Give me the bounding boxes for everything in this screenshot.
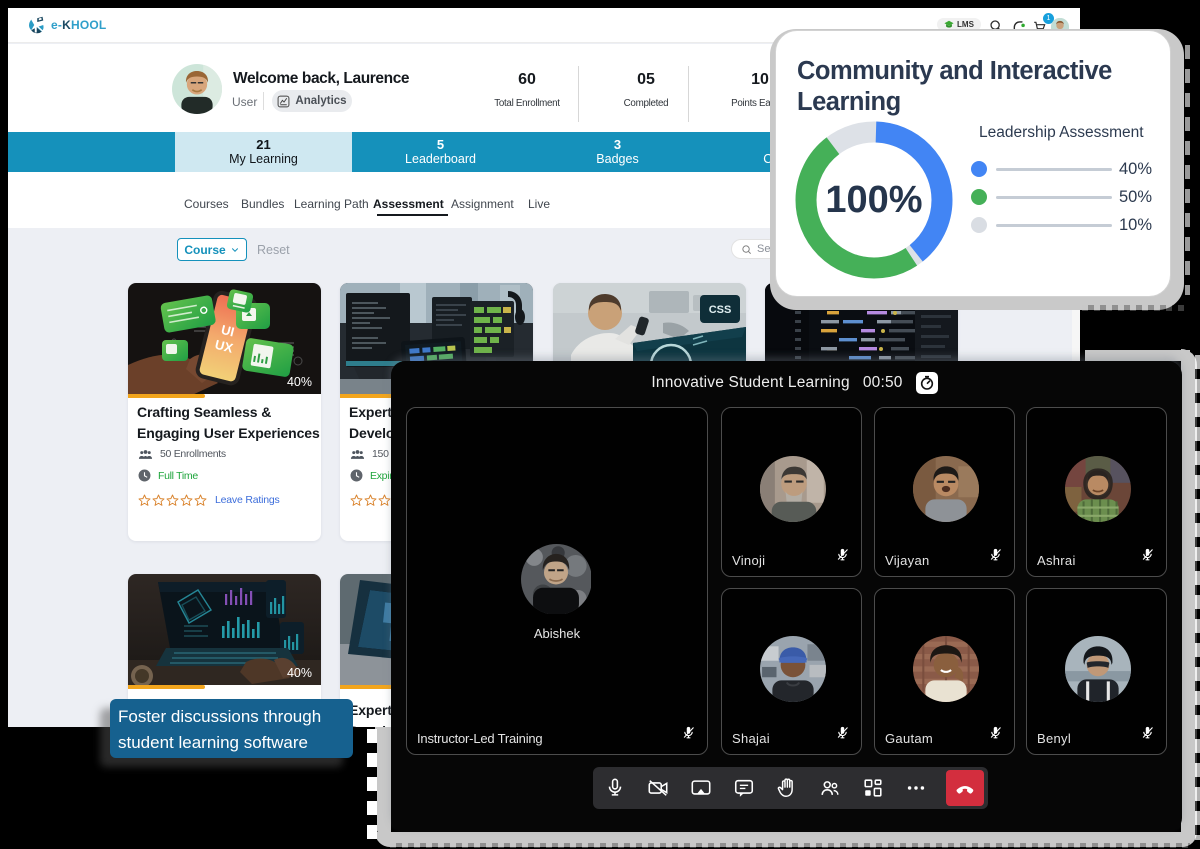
svg-text:CSS: CSS [709, 304, 732, 316]
